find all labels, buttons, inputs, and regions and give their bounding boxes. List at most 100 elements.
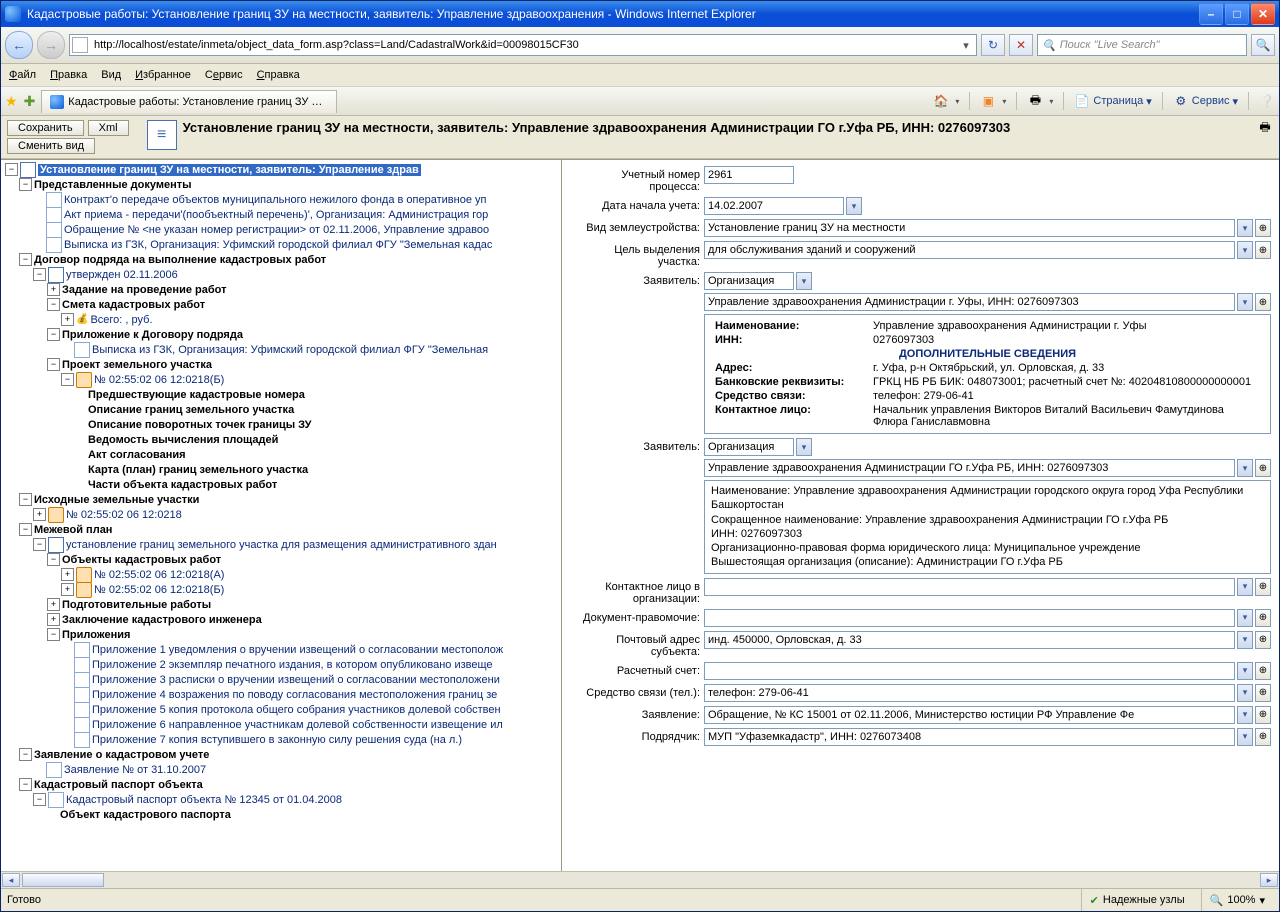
tree-item[interactable]: № 02:55:02 06 12:0218(Б) — [94, 584, 224, 596]
search-box[interactable]: 🔍 Поиск "Live Search" — [1037, 34, 1247, 56]
page-menu[interactable]: 📄Страница ▾ — [1074, 93, 1151, 109]
tree-root[interactable]: Установление границ ЗУ на местности, зая… — [38, 164, 421, 176]
stop-button[interactable]: ✕ — [1009, 34, 1033, 56]
scroll-thumb[interactable] — [22, 873, 104, 887]
back-button[interactable]: ← — [5, 31, 33, 59]
tree-item[interactable]: утвержден 02.11.2006 — [66, 269, 178, 281]
tree-item[interactable]: Заключение кадастрового инженера — [62, 614, 262, 626]
minimize-button[interactable]: – — [1199, 3, 1223, 25]
tree-item[interactable]: Проект земельного участка — [62, 359, 212, 371]
tree-item[interactable]: Приложения — [62, 629, 130, 641]
tree-item[interactable]: Приложение 3 расписки о вручении извещен… — [92, 674, 500, 686]
tree-item[interactable]: Всего: , руб. — [90, 314, 152, 326]
applicant1-input[interactable] — [704, 293, 1235, 311]
forward-button[interactable]: → — [37, 31, 65, 59]
refresh-button[interactable]: ↻ — [981, 34, 1005, 56]
startdate-input[interactable] — [704, 197, 844, 215]
purpose-input[interactable] — [704, 241, 1235, 259]
dropdown-button[interactable]: ▾ — [1237, 219, 1253, 237]
tree-item[interactable]: Предшествующие кадастровые номера — [88, 389, 305, 401]
tree-item[interactable]: Описание поворотных точек границы ЗУ — [88, 419, 311, 431]
menu-edit[interactable]: Правка — [50, 69, 87, 81]
menu-service[interactable]: Сервис — [205, 69, 243, 81]
tree-item[interactable]: Объект кадастрового паспорта — [60, 809, 231, 821]
help-button[interactable]: ⊕ — [1255, 219, 1271, 237]
tree-item[interactable]: Заявление о кадастровом учете — [34, 749, 209, 761]
tree-item[interactable]: Заявление № от 31.10.2007 — [64, 764, 206, 776]
tree-docs[interactable]: Представленные документы — [34, 179, 192, 191]
add-favorite-icon[interactable]: ✚ — [24, 93, 36, 110]
menu-file[interactable]: ФФайлайл — [9, 69, 36, 81]
switch-view-button[interactable]: Сменить вид — [7, 138, 95, 154]
tree-item[interactable]: установление границ земельного участка д… — [66, 539, 497, 551]
scroll-right-button[interactable]: ▸ — [1260, 873, 1278, 887]
applicant-type-select[interactable] — [704, 272, 794, 290]
comm-input[interactable] — [704, 684, 1235, 702]
type-input[interactable] — [704, 219, 1235, 237]
tree-item[interactable]: Исходные земельные участки — [34, 494, 199, 506]
address-bar[interactable]: ▾ — [69, 34, 977, 56]
favorites-star-icon[interactable]: ★ — [5, 93, 18, 110]
menu-favorites[interactable]: Избранное — [135, 69, 191, 81]
tree-item[interactable]: Описание границ земельного участка — [88, 404, 294, 416]
tree-item[interactable]: Части объекта кадастровых работ — [88, 479, 277, 491]
tree-item[interactable]: № 02:55:02 06 12:0218(Б) — [94, 374, 224, 386]
tree-item[interactable]: Межевой план — [34, 524, 112, 536]
home-icon[interactable]: 🏠 — [933, 93, 949, 109]
exp-icon[interactable]: − — [5, 163, 18, 176]
tree-item[interactable]: Приложение 4 возражения по поводу соглас… — [92, 689, 497, 701]
tree-item[interactable]: Акт согласования — [88, 449, 186, 461]
tree-item[interactable]: Приложение 7 копия вступившего в законну… — [92, 734, 462, 746]
left-hscroll[interactable]: ◂ ▸ — [1, 871, 1279, 888]
tree-item[interactable]: Кадастровый паспорт объекта № 12345 от 0… — [66, 794, 342, 806]
tree-item[interactable]: Акт приема - передачи'(пообъектный переч… — [64, 209, 488, 221]
tree-item[interactable]: Контракт'о передаче объектов муниципальн… — [64, 194, 486, 206]
save-button[interactable]: Сохранить — [7, 120, 84, 136]
search-button[interactable]: 🔍 — [1251, 34, 1275, 56]
close-button[interactable]: ✕ — [1251, 3, 1275, 25]
help-icon[interactable]: ❔ — [1259, 93, 1275, 109]
tree-item[interactable]: Кадастровый паспорт объекта — [34, 779, 203, 791]
tree-item[interactable]: Объекты кадастровых работ — [62, 554, 221, 566]
print-page-icon[interactable]: 🖶 — [1257, 120, 1273, 136]
scroll-left-button[interactable]: ◂ — [2, 873, 20, 887]
maximize-button[interactable]: □ — [1225, 3, 1249, 25]
applicant2-input[interactable] — [704, 459, 1235, 477]
tree-item[interactable]: № 02:55:02 06 12:0218(А) — [94, 569, 224, 581]
tree-item[interactable]: Приложение 6 направленное участникам дол… — [92, 719, 503, 731]
tree-item[interactable]: Выписка из ГЗК, Организация: Уфимский го… — [92, 344, 488, 356]
search-icon: 🔍 — [1042, 39, 1056, 52]
tree-item[interactable]: Приложение 2 экземпляр печатного издания… — [92, 659, 493, 671]
menu-view[interactable]: Вид — [101, 69, 121, 81]
tree-item[interactable]: Обращение № <не указан номер регистрации… — [64, 224, 489, 236]
tree-item[interactable]: Приложение 1 уведомления о вручении изве… — [92, 644, 503, 656]
tree-item[interactable]: Приложение к Договору подряда — [62, 329, 243, 341]
tree-item[interactable]: Карта (план) границ земельного участка — [88, 464, 308, 476]
tree-item[interactable]: № 02:55:02 06 12:0218 — [66, 509, 182, 521]
tree-item[interactable]: Выписка из ГЗК, Организация: Уфимский го… — [64, 239, 492, 251]
tree-item[interactable]: Задание на проведение работ — [62, 284, 226, 296]
settle-input[interactable] — [704, 662, 1235, 680]
menu-help[interactable]: Справка — [257, 69, 300, 81]
search-placeholder: Поиск "Live Search" — [1060, 39, 1160, 51]
url-dropdown[interactable]: ▾ — [958, 39, 974, 52]
applicant2-type-select[interactable] — [704, 438, 794, 456]
tree-contract[interactable]: Договор подряда на выполнение кадастровы… — [34, 254, 326, 266]
postal-input[interactable] — [704, 631, 1235, 649]
browser-tab[interactable]: Кадастровые работы: Установление границ … — [41, 90, 337, 113]
print-icon[interactable]: 🖶 — [1027, 93, 1043, 109]
tree-item[interactable]: Ведомость вычисления площадей — [88, 434, 278, 446]
xml-button[interactable]: Xml — [88, 120, 129, 136]
tree-item[interactable]: Подготовительные работы — [62, 599, 211, 611]
feeds-icon[interactable]: ▣ — [980, 93, 996, 109]
tools-menu[interactable]: ⚙Сервис ▾ — [1173, 93, 1238, 109]
tree-item[interactable]: Приложение 5 копия протокола общего собр… — [92, 704, 501, 716]
url-input[interactable] — [92, 38, 954, 52]
statement-input[interactable] — [704, 706, 1235, 724]
contact-org-input[interactable] — [704, 578, 1235, 596]
contractor-input[interactable] — [704, 728, 1235, 746]
tree-item[interactable]: Смета кадастровых работ — [62, 299, 205, 311]
date-picker-button[interactable]: ▾ — [846, 197, 862, 215]
acct-input[interactable] — [704, 166, 794, 184]
doc-auth-input[interactable] — [704, 609, 1235, 627]
